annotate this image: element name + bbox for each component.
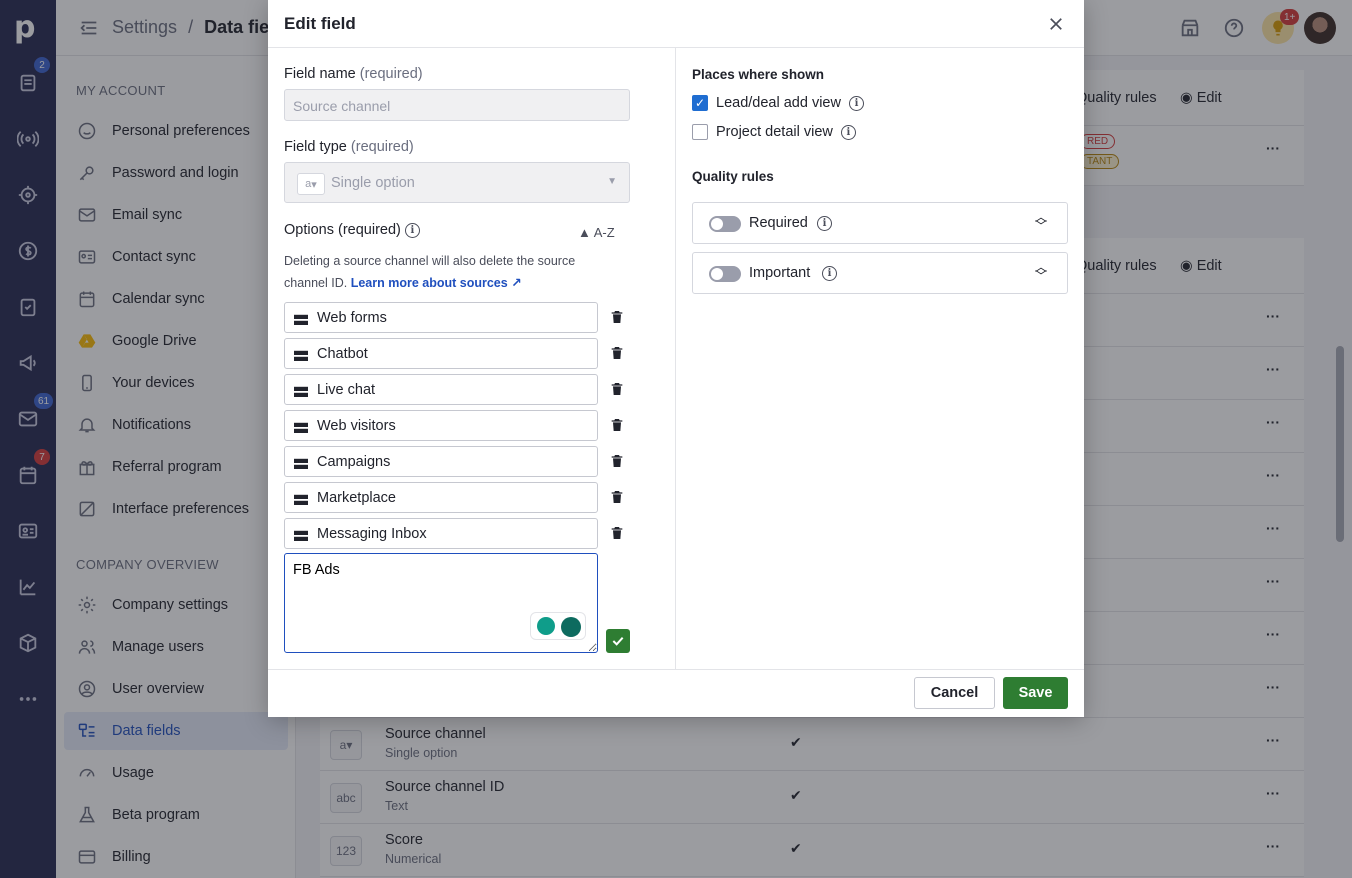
drag-handle-icon[interactable]: ▬ ▬ xyxy=(294,343,308,363)
field-type-text: Field type xyxy=(284,139,347,155)
trash-icon[interactable] xyxy=(608,452,626,470)
field-name-text: Field name xyxy=(284,66,356,82)
info-icon[interactable]: i xyxy=(848,95,864,111)
field-name-required: (required) xyxy=(359,66,423,82)
column-divider xyxy=(675,48,676,669)
place-label: Lead/deal add view xyxy=(716,95,841,111)
options-label-text: Options (required) xyxy=(284,222,401,238)
quality-rules-title: Quality rules xyxy=(692,169,774,184)
expand-collapse-icon[interactable]: ︿ ﹀ xyxy=(1035,261,1047,282)
quality-rule-label: Important xyxy=(749,265,811,281)
modal-title: Edit field xyxy=(284,14,356,33)
toggle-switch[interactable] xyxy=(709,266,741,282)
drag-handle-icon[interactable]: ▬ ▬ xyxy=(294,451,308,471)
field-type-required: (required) xyxy=(350,139,414,155)
option-value: Chatbot xyxy=(317,346,368,362)
trash-icon[interactable] xyxy=(608,308,626,326)
info-icon[interactable]: i xyxy=(822,266,837,281)
info-icon[interactable]: i xyxy=(840,124,856,140)
place-label: Project detail view xyxy=(716,124,833,140)
sort-label: A-Z xyxy=(593,225,615,240)
expand-collapse-icon[interactable]: ︿ ﹀ xyxy=(1035,211,1047,232)
close-icon[interactable] xyxy=(1044,12,1068,36)
learn-more-link[interactable]: Learn more about sources ↗ xyxy=(351,276,522,290)
places-title: Places where shown xyxy=(692,67,825,82)
field-type-select: a ▾ Single option ▼ xyxy=(284,162,630,203)
field-type-value: Single option xyxy=(331,175,415,191)
save-button[interactable]: Save xyxy=(1003,677,1068,709)
option-value: Messaging Inbox xyxy=(317,526,427,542)
single-option-icon: a ▾ xyxy=(297,173,325,195)
cancel-button[interactable]: Cancel xyxy=(914,677,995,709)
option-row[interactable]: ▬ ▬ Messaging Inbox xyxy=(284,518,598,549)
trash-icon[interactable] xyxy=(608,380,626,398)
confirm-option-button[interactable] xyxy=(606,629,630,653)
checkbox[interactable] xyxy=(692,124,708,140)
place-checkbox-row[interactable]: ✓ Lead/deal add view i xyxy=(692,93,864,113)
quality-rule-label: Required xyxy=(749,215,808,231)
info-icon[interactable]: i xyxy=(817,216,832,231)
options-label: Options (required) i xyxy=(284,222,420,238)
toggle-switch[interactable] xyxy=(709,216,741,232)
drag-handle-icon[interactable]: ▬ ▬ xyxy=(294,415,308,435)
trash-icon[interactable] xyxy=(608,344,626,362)
trash-icon[interactable] xyxy=(608,488,626,506)
single-option-icon-glyph: a xyxy=(305,178,312,190)
drag-handle-icon[interactable]: ▬ ▬ xyxy=(294,487,308,507)
checkbox[interactable]: ✓ xyxy=(692,95,708,111)
option-value: Live chat xyxy=(317,382,376,398)
sort-az-button[interactable]: ▲ A-Z xyxy=(578,225,615,240)
option-value: Campaigns xyxy=(317,454,391,470)
edit-field-modal: Edit field Field name (required) Source … xyxy=(268,0,1084,717)
option-value: Web forms xyxy=(317,310,387,326)
info-icon[interactable]: i xyxy=(404,222,420,238)
field-name-input: Source channel xyxy=(284,89,630,121)
option-row[interactable]: ▬ ▬ Web visitors xyxy=(284,410,598,441)
option-row[interactable]: ▬ ▬ Campaigns xyxy=(284,446,598,477)
option-row[interactable]: ▬ ▬ Marketplace xyxy=(284,482,598,513)
quality-rule-important[interactable]: Important i ︿ ﹀ xyxy=(692,252,1068,294)
option-row[interactable]: ▬ ▬ Web forms xyxy=(284,302,598,333)
grammar-assistant-icon[interactable] xyxy=(530,612,586,640)
place-checkbox-row[interactable]: Project detail view i xyxy=(692,122,856,142)
learn-more-label: Learn more about sources xyxy=(350,276,508,290)
modal-header: Edit field xyxy=(268,0,1084,48)
field-name-label: Field name (required) xyxy=(284,66,423,82)
trash-icon[interactable] xyxy=(608,524,626,542)
drag-handle-icon[interactable]: ▬ ▬ xyxy=(294,523,308,543)
drag-handle-icon[interactable]: ▬ ▬ xyxy=(294,307,308,327)
field-type-label: Field type (required) xyxy=(284,139,414,155)
options-help-text: Deleting a source channel will also dele… xyxy=(284,250,604,294)
trash-icon[interactable] xyxy=(608,416,626,434)
drag-handle-icon[interactable]: ▬ ▬ xyxy=(294,379,308,399)
option-value: Web visitors xyxy=(317,418,396,434)
option-row[interactable]: ▬ ▬ Live chat xyxy=(284,374,598,405)
quality-rule-required[interactable]: Required i ︿ ﹀ xyxy=(692,202,1068,244)
option-value: Marketplace xyxy=(317,490,396,506)
option-row[interactable]: ▬ ▬ Chatbot xyxy=(284,338,598,369)
chevron-down-icon: ▼ xyxy=(607,176,617,187)
